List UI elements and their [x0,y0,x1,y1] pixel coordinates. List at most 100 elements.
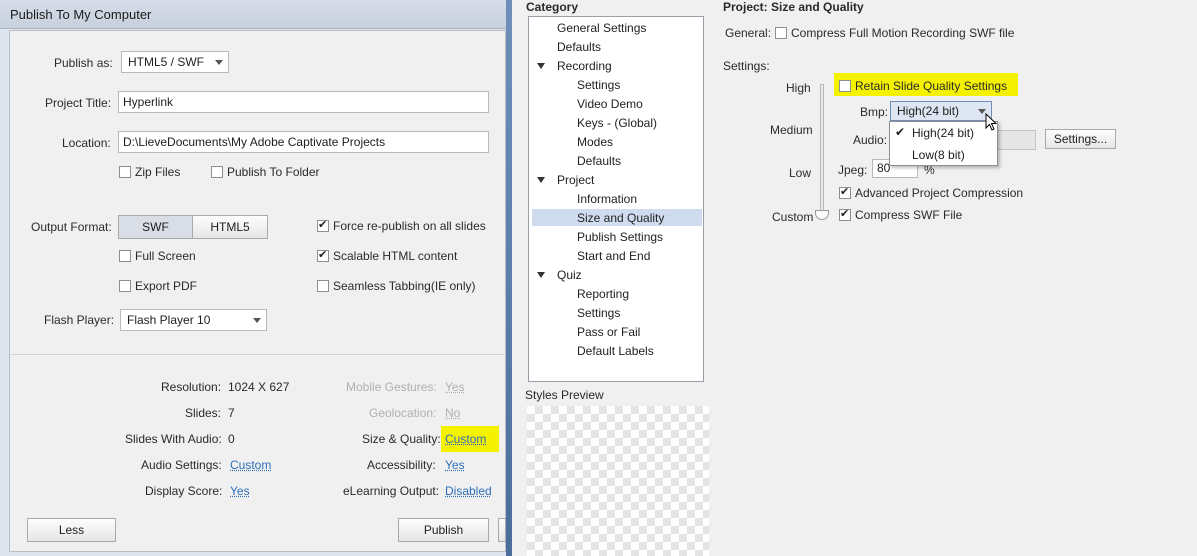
tree-item-recording-settings[interactable]: Settings [577,78,620,92]
tree-item-pass-or-fail[interactable]: Pass or Fail [577,325,640,339]
expand-triangle-icon[interactable] [537,177,545,183]
project-title-input[interactable]: Hyperlink [118,91,489,113]
seamless-tabbing-label: Seamless Tabbing(IE only) [333,279,476,293]
tree-item-video-demo[interactable]: Video Demo [577,97,643,111]
styles-preview-label: Styles Preview [525,388,604,402]
audio-label: Audio: [853,133,888,147]
output-swf-button[interactable]: SWF [118,215,193,239]
tree-item-general-settings[interactable]: General Settings [557,21,646,35]
mobile-gestures-label: Mobile Gestures: [346,380,437,394]
export-pdf-checkbox[interactable] [119,280,131,292]
tree-item-defaults[interactable]: Defaults [557,40,601,54]
publish-button[interactable]: Publish [398,518,489,542]
bmp-label: Bmp: [860,105,889,119]
level-medium-label: Medium [770,123,813,137]
general-label: General: [725,26,772,40]
panel-heading: Project: Size and Quality [723,0,864,14]
compress-full-motion-label: Compress Full Motion Recording SWF file [791,26,1015,40]
scalable-html-checkbox[interactable] [317,248,329,262]
tree-item-project[interactable]: Project [557,173,594,187]
level-low-label: Low [789,166,812,180]
mouse-pointer-icon [985,113,998,131]
bmp-dropdown-list: ✔ High(24 bit) Low(8 bit) [889,121,998,166]
advanced-compression-label: Advanced Project Compression [855,186,1024,200]
bmp-value: High(24 bit) [897,104,960,118]
publish-as-label: Publish as: [54,56,113,70]
level-high-label: High [786,81,811,95]
less-button[interactable]: Less [27,518,116,542]
force-republish-checkbox[interactable] [317,218,329,232]
tree-item-recording-defaults[interactable]: Defaults [577,154,621,168]
publish-as-select[interactable]: HTML5 / SWF [121,51,229,73]
tree-item-information[interactable]: Information [577,192,637,206]
audio-settings-label: Audio Settings: [141,458,222,472]
bmp-select[interactable]: High(24 bit) [890,101,992,121]
location-input[interactable]: D:\LieveDocuments\My Adobe Captivate Pro… [118,131,489,153]
accessibility-link[interactable]: Yes [445,458,465,472]
project-title-label: Project Title: [45,96,112,110]
slides-audio-value: 0 [228,432,235,446]
window-edge [506,0,512,556]
size-quality-link[interactable]: Custom [445,432,486,446]
scalable-html-label: Scalable HTML content [333,249,458,263]
flash-player-value: Flash Player 10 [127,313,211,327]
tree-item-modes[interactable]: Modes [577,135,613,149]
tree-item-keys-global[interactable]: Keys - (Global) [577,116,657,130]
jpeg-label: Jpeg: [838,163,868,177]
dialog-title: Publish To My Computer [10,7,152,22]
accessibility-label: Accessibility: [367,458,436,472]
tree-item-reporting[interactable]: Reporting [577,287,629,301]
quality-slider-track[interactable] [820,84,824,216]
category-tree: General Settings Defaults Recording Sett… [528,16,704,382]
audio-field [995,130,1036,150]
flash-player-select[interactable]: Flash Player 10 [120,309,267,331]
tree-item-publish-settings[interactable]: Publish Settings [577,230,663,244]
divider [10,354,505,355]
audio-settings-button[interactable]: Settings... [1045,129,1116,149]
geolocation-label: Geolocation: [369,406,437,420]
level-custom-label: Custom [772,210,814,224]
location-label: Location: [62,136,111,150]
dialog-title-bar: Publish To My Computer [0,0,506,29]
settings-label: Settings: [723,59,770,73]
zip-files-checkbox[interactable] [119,166,131,178]
publish-to-folder-label: Publish To Folder [227,165,320,179]
checkmark-icon: ✔ [895,125,906,139]
display-score-link[interactable]: Yes [230,484,250,498]
seamless-tabbing-checkbox[interactable] [317,280,329,292]
elearning-link[interactable]: Disabled [445,484,492,498]
output-format-label: Output Format: [31,220,112,234]
slides-audio-label: Slides With Audio: [125,432,222,446]
quality-slider-thumb[interactable] [815,210,829,220]
export-pdf-label: Export PDF [135,279,198,293]
bmp-option-low[interactable]: Low(8 bit) [912,148,965,162]
output-html5-button[interactable]: HTML5 [192,215,268,239]
resolution-value: 1024 X 627 [228,380,290,394]
display-score-label: Display Score: [145,484,223,498]
tree-item-recording[interactable]: Recording [557,59,612,73]
tree-item-quiz[interactable]: Quiz [557,268,582,282]
tree-item-quiz-settings[interactable]: Settings [577,306,620,320]
retain-quality-label: Retain Slide Quality Settings [855,79,1008,93]
tree-item-start-and-end[interactable]: Start and End [577,249,650,263]
geolocation-link[interactable]: No [445,406,460,420]
slides-value: 7 [228,406,235,420]
audio-settings-link[interactable]: Custom [230,458,271,472]
retain-quality-checkbox[interactable] [839,80,851,92]
force-republish-label: Force re-publish on all slides [333,219,486,233]
size-quality-label: Size & Quality: [362,432,441,446]
compress-swf-checkbox[interactable] [839,207,851,221]
chevron-down-icon [253,318,261,323]
tree-item-size-and-quality[interactable]: Size and Quality [577,211,664,225]
publish-to-folder-checkbox[interactable] [211,166,223,178]
expand-triangle-icon[interactable] [537,272,545,278]
compress-full-motion-checkbox[interactable] [775,27,787,39]
advanced-compression-checkbox[interactable] [839,185,851,199]
expand-triangle-icon[interactable] [537,63,545,69]
clipped-button[interactable] [498,518,506,542]
full-screen-checkbox[interactable] [119,250,131,262]
tree-item-default-labels[interactable]: Default Labels [577,344,654,358]
bmp-option-high[interactable]: High(24 bit) [912,126,974,140]
full-screen-label: Full Screen [135,249,196,263]
mobile-gestures-link[interactable]: Yes [445,380,465,394]
